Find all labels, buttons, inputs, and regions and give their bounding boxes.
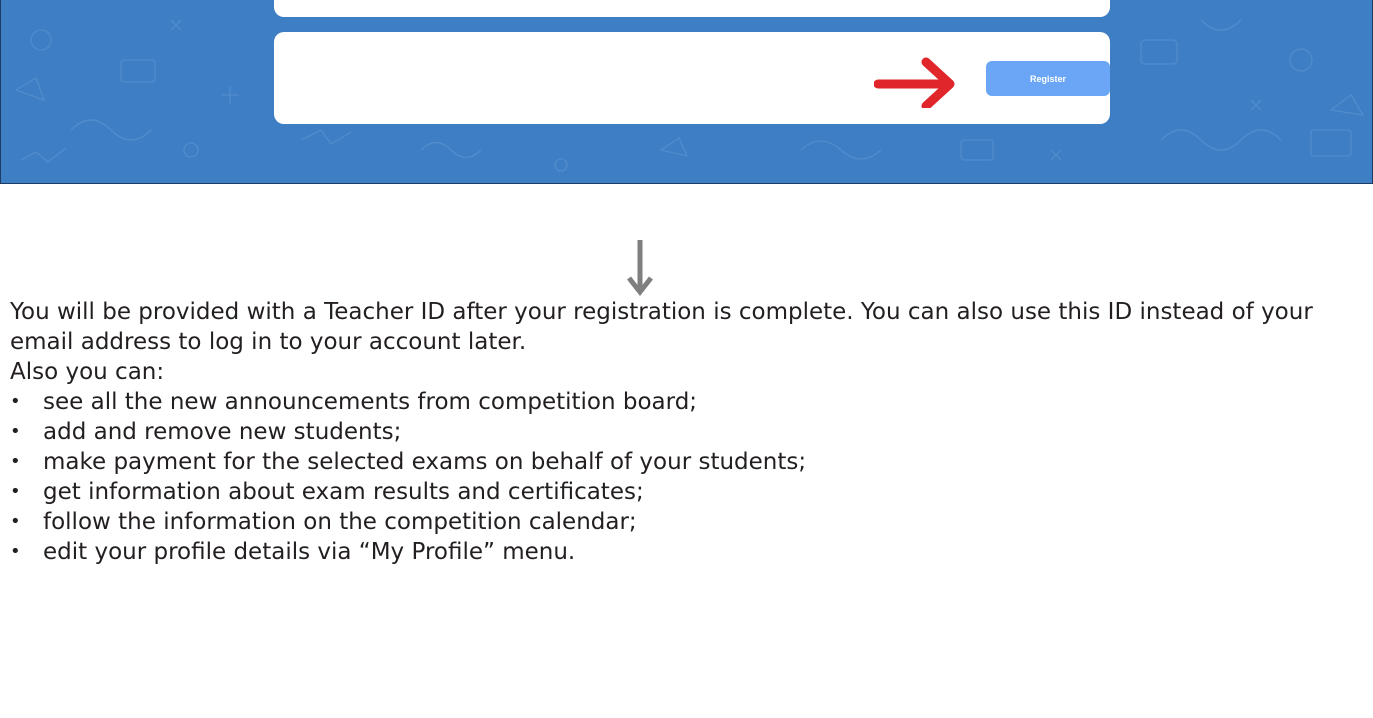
also-you-can-label: Also you can: [10,359,165,385]
registration-screenshot: Register [0,0,1373,184]
bullet-icon: • [10,391,21,412]
bullet-icon: • [10,541,21,562]
down-arrow-icon [627,240,653,297]
instructions-text: You will be provided with a Teacher ID a… [10,297,1370,567]
feature-list: • see all the new announcements from comp… [10,387,1370,567]
register-button[interactable]: Register [986,61,1110,96]
list-item: • make payment for the selected exams on … [10,449,807,475]
form-card-bottom: Register [274,32,1110,124]
bullet-icon: • [10,481,21,502]
list-item: • add and remove new students; [10,419,402,445]
list-item: • get information about exam results and … [10,479,644,505]
red-arrow-icon [874,57,955,108]
bullet-icon: • [10,421,21,442]
intro-paragraph: You will be provided with a Teacher ID a… [10,299,1313,355]
list-item: • follow the information on the competiti… [10,509,637,535]
bullet-icon: • [10,511,21,532]
list-item: • edit your profile details via “My Profi… [10,539,576,565]
form-card-top [274,0,1110,17]
bullet-icon: • [10,451,21,472]
list-item: • see all the new announcements from comp… [10,389,698,415]
